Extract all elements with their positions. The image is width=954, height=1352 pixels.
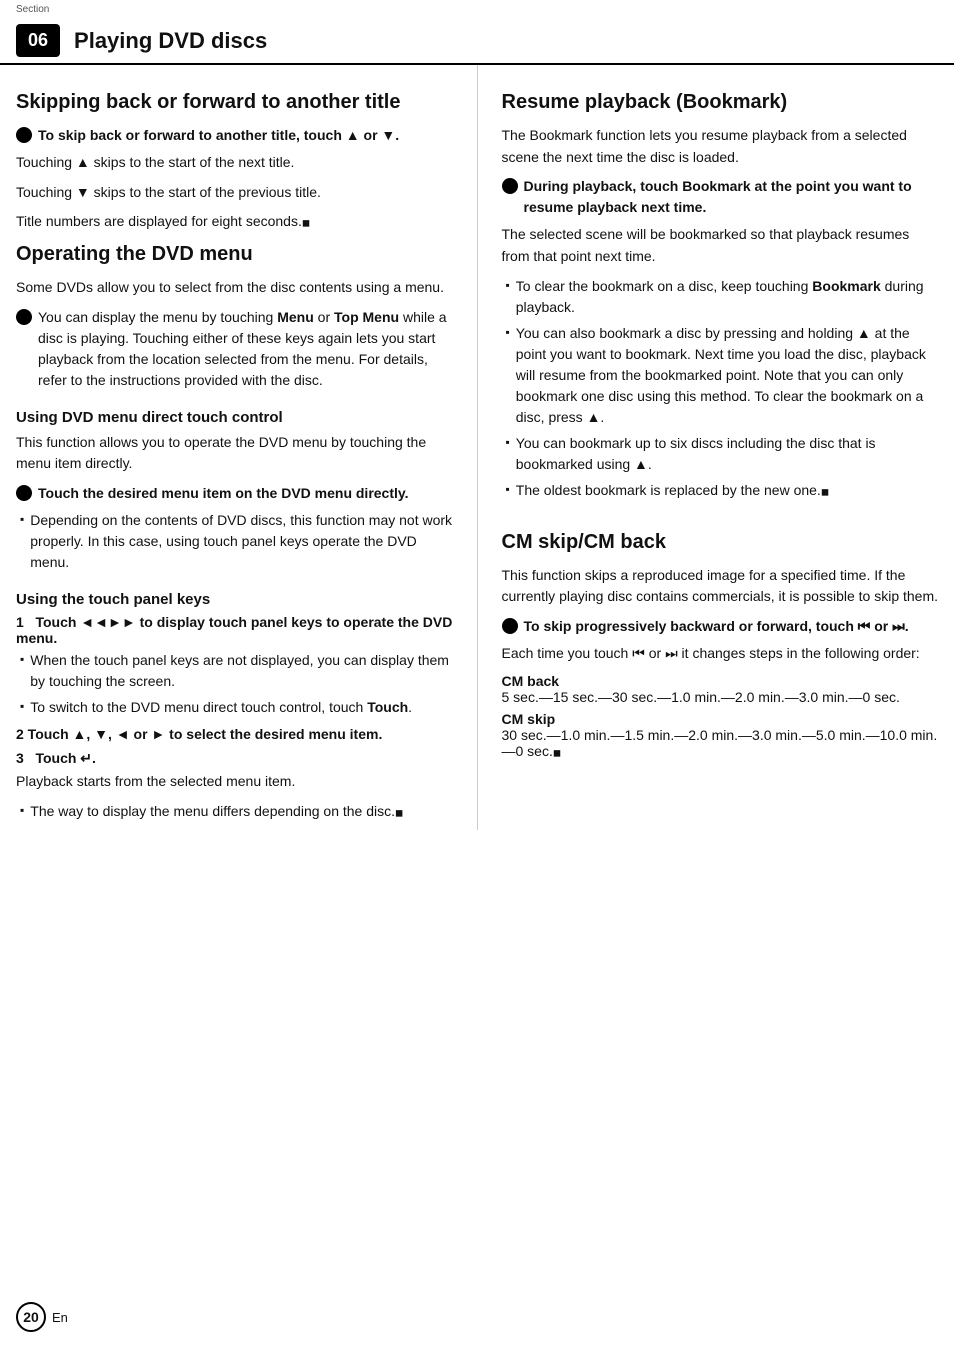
resume-para: The Bookmark function lets you resume pl… — [502, 125, 939, 168]
resume-title: Resume playback (Bookmark) — [502, 89, 939, 115]
dvd-menu-bullet: You can display the menu by touching Men… — [16, 307, 453, 391]
sq-bullet-mark-8: ▪ — [506, 482, 510, 496]
step3: 3 Touch ↵. Playback starts from the sele… — [16, 750, 453, 822]
cm-bullet: To skip progressively backward or forwar… — [502, 616, 939, 637]
skip-bullet: To skip back or forward to another title… — [16, 125, 453, 146]
skip-bullet-text: To skip back or forward to another title… — [38, 125, 453, 146]
skip-para3: Title numbers are displayed for eight se… — [16, 211, 453, 233]
cm-back-steps: 5 sec.—15 sec.—30 sec.—1.0 min.—2.0 min.… — [502, 689, 900, 705]
cm-back-section: CM back 5 sec.—15 sec.—30 sec.—1.0 min.—… — [502, 673, 939, 705]
section-cm: CM skip/CM back This function skips a re… — [502, 529, 939, 759]
bullet-dot-icon-3 — [16, 485, 32, 501]
stop-icon-1: ◼ — [302, 218, 310, 229]
direct-touch-para: This function allows you to operate the … — [16, 432, 453, 475]
step1: 1 Touch ◄◄►► to display touch panel keys… — [16, 614, 453, 718]
section-panel-keys: Using the touch panel keys 1 Touch ◄◄►► … — [16, 591, 453, 822]
resume-sq2: ▪ You can also bookmark a disc by pressi… — [502, 323, 939, 428]
step3-sq1: ▪ The way to display the menu differs de… — [16, 801, 453, 822]
direct-touch-sq1: ▪ Depending on the contents of DVD discs… — [16, 510, 453, 573]
section-skip: Skipping back or forward to another titl… — [16, 89, 453, 233]
direct-touch-sq1-text: Depending on the contents of DVD discs, … — [30, 510, 452, 573]
stop-icon-4: ◼ — [553, 748, 561, 759]
cm-bullet-heading: To skip progressively backward or forwar… — [524, 618, 909, 634]
cm-skip-steps: 30 sec.—1.0 min.—1.5 min.—2.0 min.—3.0 m… — [502, 727, 938, 759]
resume-sq3-text: You can bookmark up to six discs includi… — [516, 433, 938, 475]
direct-touch-title: Using DVD menu direct touch control — [16, 409, 453, 426]
page-number-box: 20 — [16, 1302, 46, 1332]
section-dvd-menu: Operating the DVD menu Some DVDs allow y… — [16, 241, 453, 391]
direct-touch-bullet: Touch the desired menu item on the DVD m… — [16, 483, 453, 504]
cm-title: CM skip/CM back — [502, 529, 939, 555]
sq-bullet-mark-1: ▪ — [20, 512, 24, 526]
page-language: En — [52, 1310, 68, 1325]
skip-para2: Touching ▼ skips to the start of the pre… — [16, 182, 453, 204]
cm-bullet-text: To skip progressively backward or forwar… — [524, 616, 939, 637]
bullet-dot-icon-4 — [502, 178, 518, 194]
resume-bullet-para: The selected scene will be bookmarked so… — [502, 224, 939, 267]
sq-bullet-mark-3: ▪ — [20, 699, 24, 713]
direct-touch-heading: Touch the desired menu item on the DVD m… — [38, 485, 409, 501]
cm-skip-label: CM skip — [502, 711, 556, 727]
bullet-dot-icon — [16, 127, 32, 143]
resume-sq1-text: To clear the bookmark on a disc, keep to… — [516, 276, 938, 318]
resume-sq1: ▪ To clear the bookmark on a disc, keep … — [502, 276, 939, 318]
left-column: Skipping back or forward to another titl… — [16, 65, 477, 830]
step1-sq2-text: To switch to the DVD menu direct touch c… — [30, 697, 452, 718]
resume-sq3: ▪ You can bookmark up to six discs inclu… — [502, 433, 939, 475]
bullet-dot-icon-5 — [502, 618, 518, 634]
stop-icon-3: ◼ — [821, 487, 829, 498]
skip-bullet-heading: To skip back or forward to another title… — [38, 127, 399, 143]
section-resume: Resume playback (Bookmark) The Bookmark … — [502, 89, 939, 501]
cm-bullet-para: Each time you touch ⏮ or ⏭ it changes st… — [502, 643, 939, 665]
step3-sq1-text: The way to display the menu differs depe… — [30, 801, 452, 822]
section-label: Section — [16, 4, 49, 15]
skip-para1: Touching ▲ skips to the start of the nex… — [16, 152, 453, 174]
stop-icon-2: ◼ — [395, 808, 403, 819]
direct-touch-bullet-text: Touch the desired menu item on the DVD m… — [38, 483, 453, 504]
step2: 2 Touch ▲, ▼, ◄ or ► to select the desir… — [16, 726, 453, 742]
sq-bullet-mark-6: ▪ — [506, 325, 510, 339]
step3-para: Playback starts from the selected menu i… — [16, 771, 453, 793]
page-title: Playing DVD discs — [74, 28, 267, 54]
step1-heading: 1 Touch ◄◄►► to display touch panel keys… — [16, 614, 453, 646]
sq-bullet-mark-7: ▪ — [506, 435, 510, 449]
step2-heading: 2 Touch ▲, ▼, ◄ or ► to select the desir… — [16, 726, 453, 742]
right-column: Resume playback (Bookmark) The Bookmark … — [477, 65, 939, 830]
cm-skip-section: CM skip 30 sec.—1.0 min.—1.5 min.—2.0 mi… — [502, 711, 939, 759]
sq-bullet-mark-5: ▪ — [506, 278, 510, 292]
section-direct-touch: Using DVD menu direct touch control This… — [16, 409, 453, 573]
skip-title: Skipping back or forward to another titl… — [16, 89, 453, 115]
step1-sq2: ▪ To switch to the DVD menu direct touch… — [16, 697, 453, 718]
step1-sq1-text: When the touch panel keys are not displa… — [30, 650, 452, 692]
resume-sq4-text: The oldest bookmark is replaced by the n… — [516, 480, 938, 501]
step1-sq1: ▪ When the touch panel keys are not disp… — [16, 650, 453, 692]
section-number-box: 06 — [16, 24, 60, 57]
resume-sq2-text: You can also bookmark a disc by pressing… — [516, 323, 938, 428]
bullet-dot-icon-2 — [16, 309, 32, 325]
panel-keys-title: Using the touch panel keys — [16, 591, 453, 608]
resume-bullet: During playback, touch Bookmark at the p… — [502, 176, 939, 218]
dvd-menu-title: Operating the DVD menu — [16, 241, 453, 267]
cm-para: This function skips a reproduced image f… — [502, 565, 939, 608]
sq-bullet-mark-4: ▪ — [20, 803, 24, 817]
cm-back-label: CM back — [502, 673, 560, 689]
resume-bullet-heading: During playback, touch Bookmark at the p… — [524, 178, 912, 215]
dvd-menu-bullet-text: You can display the menu by touching Men… — [38, 307, 453, 391]
resume-sq4: ▪ The oldest bookmark is replaced by the… — [502, 480, 939, 501]
footer: 20 En — [16, 1302, 68, 1332]
dvd-menu-para: Some DVDs allow you to select from the d… — [16, 277, 453, 299]
step3-heading: 3 Touch ↵. — [16, 750, 453, 767]
resume-bullet-text: During playback, touch Bookmark at the p… — [524, 176, 939, 218]
sq-bullet-mark-2: ▪ — [20, 652, 24, 666]
